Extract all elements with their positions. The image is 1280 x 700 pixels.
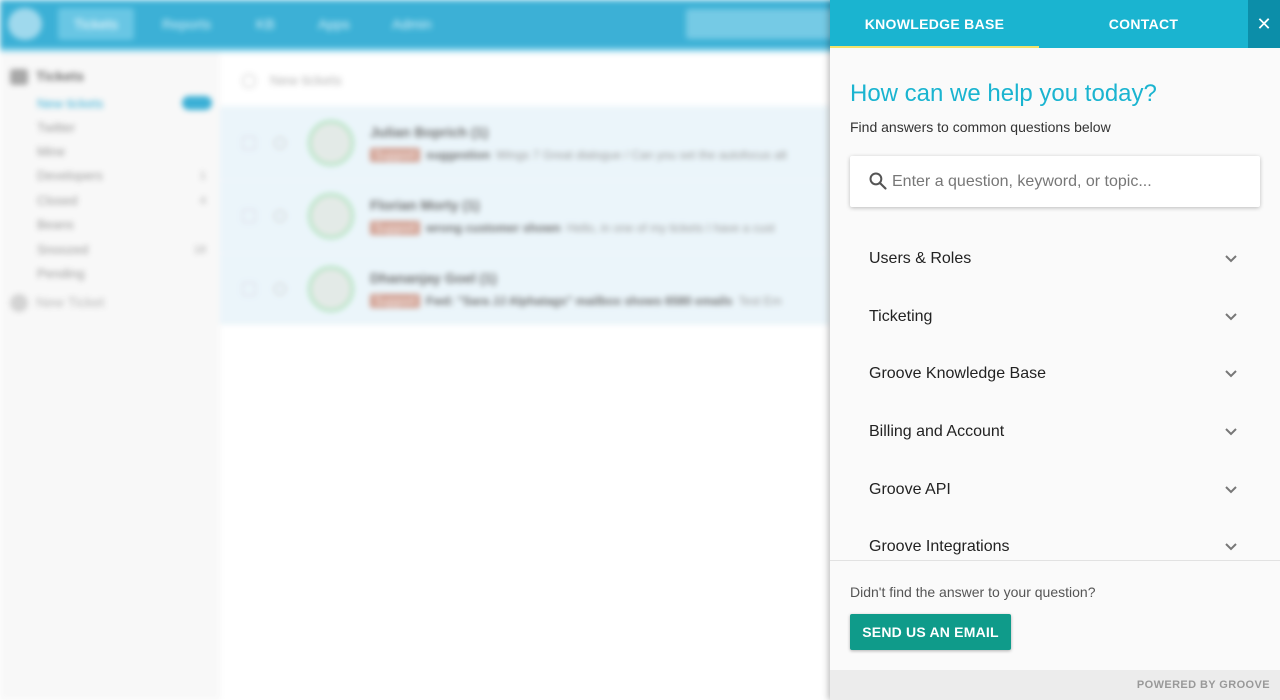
powered-by-bar: POWERED BY GROOVE — [830, 670, 1280, 700]
help-widget: KNOWLEDGE BASE CONTACT ✕ How can we help… — [830, 0, 1280, 700]
widget-title: How can we help you today? — [850, 80, 1157, 107]
topic-billing-account[interactable]: Billing and Account — [850, 403, 1260, 461]
topic-groove-knowledge-base[interactable]: Groove Knowledge Base — [850, 345, 1260, 403]
footer-prompt: Didn't find the answer to your question? — [850, 584, 1096, 600]
background-overlay[interactable] — [0, 0, 830, 700]
topic-label: Billing and Account — [869, 423, 1005, 440]
chevron-down-icon — [1225, 543, 1237, 551]
powered-by-link[interactable]: POWERED BY GROOVE — [1137, 679, 1270, 691]
tab-knowledge-base-label: KNOWLEDGE BASE — [864, 16, 1005, 32]
topic-label: Groove Integrations — [869, 538, 1010, 555]
widget-tabs: KNOWLEDGE BASE CONTACT ✕ — [830, 0, 1280, 48]
close-icon: ✕ — [1256, 14, 1272, 34]
topic-label: Groove API — [869, 481, 951, 498]
topic-ticketing[interactable]: Ticketing — [850, 288, 1260, 346]
topic-users-roles[interactable]: Users & Roles — [850, 230, 1260, 288]
kb-search-input[interactable] — [892, 156, 1252, 207]
search-icon — [869, 172, 887, 190]
chevron-down-icon — [1225, 313, 1237, 321]
tab-contact-label: CONTACT — [1108, 16, 1179, 32]
topic-label: Users & Roles — [869, 250, 972, 267]
topic-label: Ticketing — [869, 308, 933, 325]
chevron-down-icon — [1225, 370, 1237, 378]
close-button[interactable]: ✕ — [1248, 0, 1280, 48]
topic-list: Users & Roles Ticketing Groove Knowledge… — [830, 230, 1280, 560]
topic-groove-api[interactable]: Groove API — [850, 461, 1260, 519]
topic-groove-integrations[interactable]: Groove Integrations — [850, 518, 1260, 560]
tab-contact[interactable]: CONTACT — [1039, 0, 1248, 48]
widget-subtitle: Find answers to common questions below — [850, 119, 1111, 135]
chevron-down-icon — [1225, 428, 1237, 436]
chevron-down-icon — [1225, 486, 1237, 494]
chevron-down-icon — [1225, 255, 1237, 263]
kb-search-box[interactable] — [850, 156, 1260, 207]
widget-footer: Didn't find the answer to your question?… — [830, 560, 1280, 670]
active-tab-indicator — [830, 46, 1039, 48]
tab-knowledge-base[interactable]: KNOWLEDGE BASE — [830, 0, 1039, 48]
send-email-button[interactable]: SEND US AN EMAIL — [850, 614, 1011, 650]
topic-label: Groove Knowledge Base — [869, 365, 1046, 382]
